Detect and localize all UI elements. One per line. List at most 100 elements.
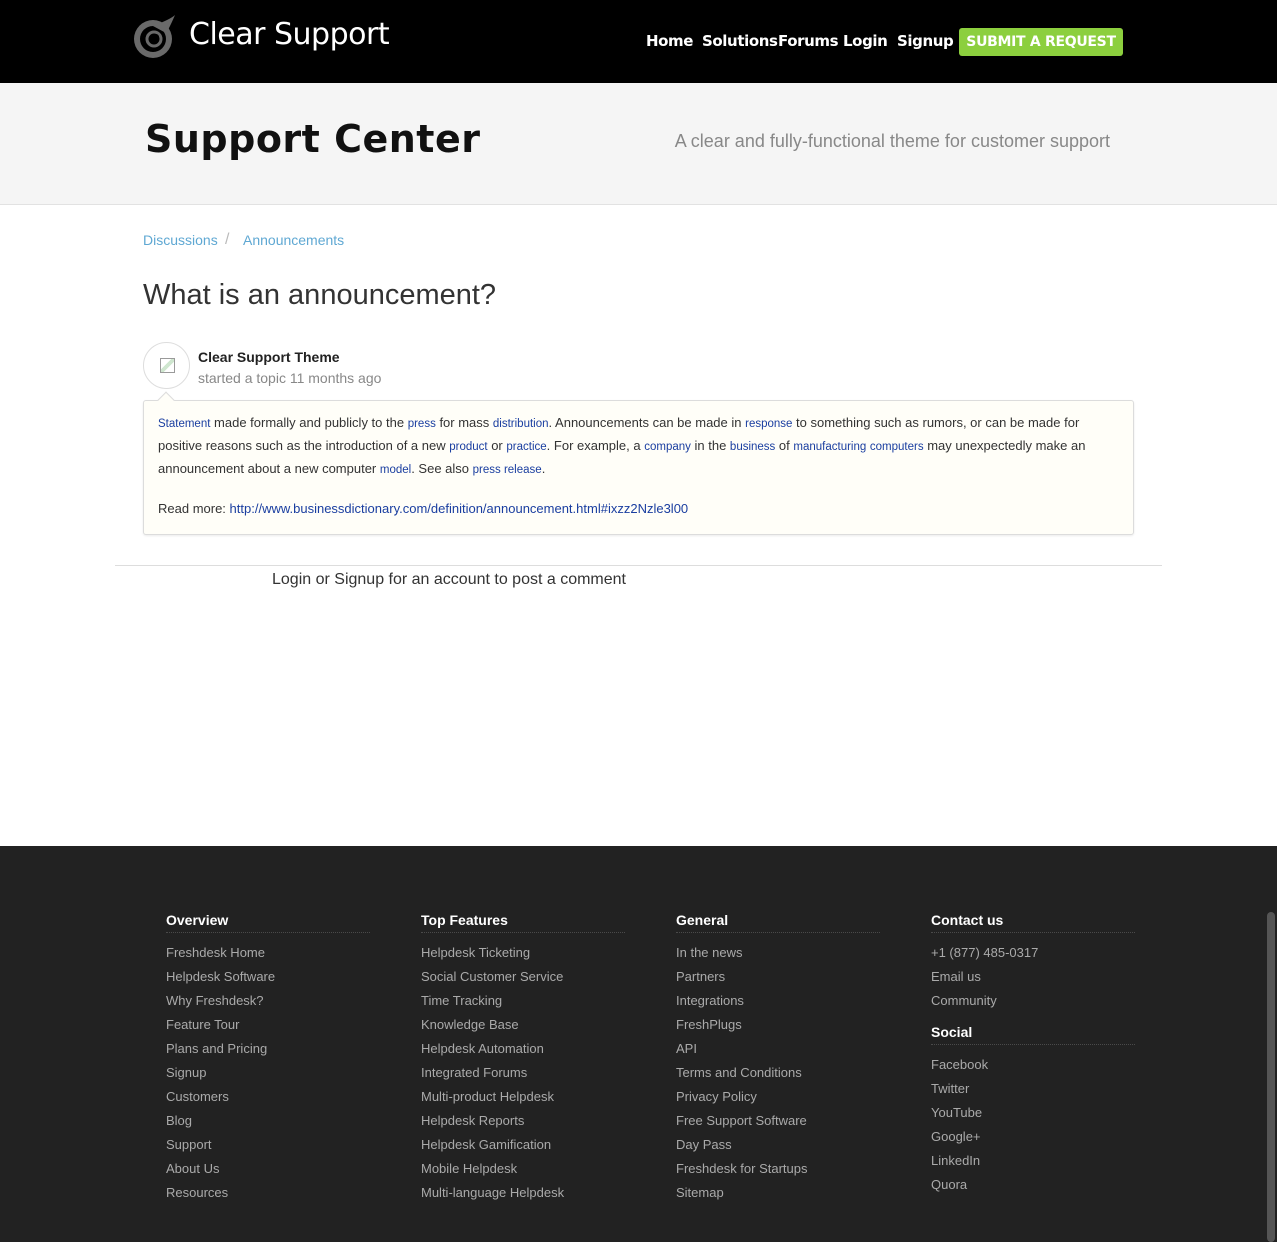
footer-link-overview[interactable]: Plans and Pricing bbox=[166, 1039, 370, 1063]
footer-link-overview[interactable]: Blog bbox=[166, 1111, 370, 1135]
footer-link-contact[interactable]: Email us bbox=[931, 967, 1135, 991]
footer-col-general: General In the news Partners Integrations F… bbox=[676, 912, 880, 1207]
page-header: Support Center A clear and fully-functio… bbox=[0, 83, 1277, 205]
footer-link-overview[interactable]: Customers bbox=[166, 1087, 370, 1111]
footer-link-social[interactable]: Twitter bbox=[931, 1079, 1135, 1103]
footer-link-overview[interactable]: Resources bbox=[166, 1183, 370, 1207]
nav-forums[interactable]: Forums bbox=[778, 32, 839, 50]
footer-col-features: Top Features Helpdesk Ticketing Social Cu… bbox=[421, 912, 625, 1207]
post-text: Statement made formally and publicly to … bbox=[158, 412, 1118, 481]
footer-link-general[interactable]: API bbox=[676, 1039, 880, 1063]
submit-request-button[interactable]: SUBMIT A REQUEST bbox=[959, 28, 1123, 56]
footer-link-features[interactable]: Helpdesk Reports bbox=[421, 1111, 625, 1135]
footer-link-social[interactable]: YouTube bbox=[931, 1103, 1135, 1127]
footer-list-features: Helpdesk Ticketing Social Customer Servic… bbox=[421, 943, 625, 1207]
nav-home[interactable]: Home bbox=[646, 32, 693, 50]
footer-link-features[interactable]: Helpdesk Automation bbox=[421, 1039, 625, 1063]
post-inline-link[interactable]: business bbox=[730, 441, 775, 453]
footer-heading-features: Top Features bbox=[421, 912, 625, 933]
nav-login[interactable]: Login bbox=[843, 32, 888, 50]
footer-list-social: Facebook Twitter YouTube Google+ LinkedIn Quo… bbox=[931, 1055, 1135, 1199]
footer-link-features[interactable]: Time Tracking bbox=[421, 991, 625, 1015]
footer-link-features[interactable]: Multi-language Helpdesk bbox=[421, 1183, 625, 1207]
page-scrollbar[interactable] bbox=[1267, 912, 1275, 1242]
top-bar: Clear Support Home Solutions Forums Logi… bbox=[0, 0, 1277, 83]
footer-link-social[interactable]: Google+ bbox=[931, 1127, 1135, 1151]
footer-link-general[interactable]: Terms and Conditions bbox=[676, 1063, 880, 1087]
post-inline-link[interactable]: product bbox=[449, 441, 487, 453]
footer-link-general[interactable]: Day Pass bbox=[676, 1135, 880, 1159]
footer-link-features[interactable]: Multi-product Helpdesk bbox=[421, 1087, 625, 1111]
post-inline-link[interactable]: manufacturing bbox=[793, 441, 866, 453]
footer: Overview Freshdesk Home Helpdesk Software… bbox=[0, 846, 1277, 1242]
footer-link-general[interactable]: Privacy Policy bbox=[676, 1087, 880, 1111]
post-text-segment: . bbox=[541, 461, 546, 476]
nav-solutions[interactable]: Solutions bbox=[702, 32, 778, 50]
footer-link-general[interactable]: FreshPlugs bbox=[676, 1015, 880, 1039]
footer-link-overview[interactable]: Helpdesk Software bbox=[166, 967, 370, 991]
footer-heading-general: General bbox=[676, 912, 880, 933]
read-more: Read more: http://www.businessdictionary… bbox=[158, 501, 688, 516]
post-text-segment: made formally and publicly to the bbox=[210, 415, 408, 430]
footer-link-features[interactable]: Helpdesk Gamification bbox=[421, 1135, 625, 1159]
comment-divider bbox=[115, 565, 1162, 566]
broken-image-icon bbox=[160, 358, 175, 373]
topic-meta: started a topic 11 months ago bbox=[198, 370, 382, 386]
footer-link-social[interactable]: Quora bbox=[931, 1175, 1135, 1199]
footer-link-overview[interactable]: About Us bbox=[166, 1159, 370, 1183]
footer-col-contact: Contact us +1 (877) 485-0317 Email us Comm… bbox=[931, 912, 1135, 1199]
footer-link-general[interactable]: Freshdesk for Startups bbox=[676, 1159, 880, 1183]
footer-link-general[interactable]: In the news bbox=[676, 943, 880, 967]
topic-author: Clear Support Theme bbox=[198, 349, 340, 365]
footer-link-contact[interactable]: +1 (877) 485-0317 bbox=[931, 943, 1135, 967]
footer-link-features[interactable]: Mobile Helpdesk bbox=[421, 1159, 625, 1183]
footer-link-overview[interactable]: Signup bbox=[166, 1063, 370, 1087]
post-inline-link[interactable]: computers bbox=[870, 441, 924, 453]
post-text-segment: or bbox=[487, 438, 507, 453]
footer-link-features[interactable]: Social Customer Service bbox=[421, 967, 625, 991]
post-text-segment: . For example, a bbox=[546, 438, 645, 453]
footer-link-general[interactable]: Partners bbox=[676, 967, 880, 991]
footer-list-overview: Freshdesk Home Helpdesk Software Why Fresh… bbox=[166, 943, 370, 1207]
footer-list-contact: +1 (877) 485-0317 Email us Community bbox=[931, 943, 1135, 1015]
post-inline-link[interactable]: Statement bbox=[158, 418, 210, 430]
post-inline-link[interactable]: distribution bbox=[493, 418, 549, 430]
footer-link-overview[interactable]: Support bbox=[166, 1135, 370, 1159]
nav-signup[interactable]: Signup bbox=[897, 32, 954, 50]
post-inline-link[interactable]: response bbox=[745, 418, 792, 430]
footer-link-general[interactable]: Free Support Software bbox=[676, 1111, 880, 1135]
post-inline-link[interactable]: model bbox=[380, 464, 411, 476]
post-inline-link[interactable]: press release bbox=[473, 464, 542, 476]
footer-link-general[interactable]: Sitemap bbox=[676, 1183, 880, 1207]
post-text-segment: of bbox=[775, 438, 794, 453]
footer-link-overview[interactable]: Freshdesk Home bbox=[166, 943, 370, 967]
footer-link-social[interactable]: Facebook bbox=[931, 1055, 1135, 1079]
footer-heading-contact: Contact us bbox=[931, 912, 1135, 933]
footer-link-general[interactable]: Integrations bbox=[676, 991, 880, 1015]
footer-link-contact[interactable]: Community bbox=[931, 991, 1135, 1015]
breadcrumb-announcements[interactable]: Announcements bbox=[243, 232, 344, 248]
footer-link-social[interactable]: LinkedIn bbox=[931, 1151, 1135, 1175]
post-inline-link[interactable]: practice bbox=[506, 441, 546, 453]
post-text-segment: in the bbox=[690, 438, 730, 453]
page-title: Support Center bbox=[145, 117, 481, 161]
footer-heading-social: Social bbox=[931, 1024, 1135, 1045]
footer-link-overview[interactable]: Why Freshdesk? bbox=[166, 991, 370, 1015]
post-body: Statement made formally and publicly to … bbox=[143, 391, 1134, 535]
post-text-segment: for mass bbox=[435, 415, 493, 430]
footer-heading-overview: Overview bbox=[166, 912, 370, 933]
comment-login-note[interactable]: Login or Signup for an account to post a… bbox=[272, 571, 626, 589]
read-more-label: Read more: bbox=[158, 501, 226, 516]
footer-col-overview: Overview Freshdesk Home Helpdesk Software… bbox=[166, 912, 370, 1207]
post-inline-link[interactable]: company bbox=[644, 441, 691, 453]
page-tagline: A clear and fully-functional theme for c… bbox=[674, 131, 1110, 151]
footer-list-general: In the news Partners Integrations FreshPlug… bbox=[676, 943, 880, 1207]
breadcrumb-discussions[interactable]: Discussions bbox=[143, 232, 218, 248]
footer-link-features[interactable]: Knowledge Base bbox=[421, 1015, 625, 1039]
post-pointer bbox=[157, 391, 175, 409]
post-inline-link[interactable]: press bbox=[408, 418, 436, 430]
footer-link-features[interactable]: Integrated Forums bbox=[421, 1063, 625, 1087]
read-more-link[interactable]: http://www.businessdictionary.com/defini… bbox=[230, 501, 689, 516]
footer-link-overview[interactable]: Feature Tour bbox=[166, 1015, 370, 1039]
footer-link-features[interactable]: Helpdesk Ticketing bbox=[421, 943, 625, 967]
